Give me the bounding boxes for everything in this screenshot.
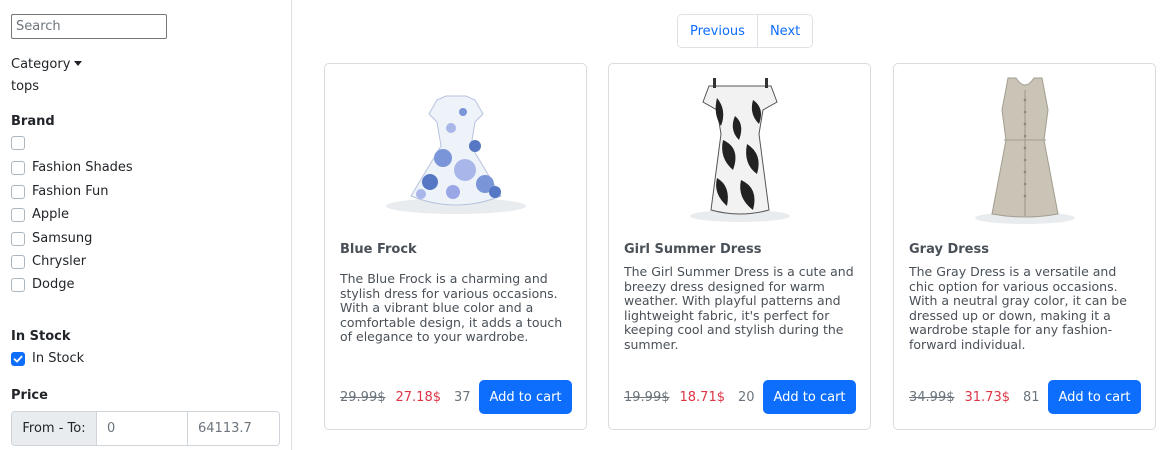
stock-count: 37	[454, 389, 471, 405]
checkbox[interactable]	[11, 184, 25, 199]
product-image	[975, 77, 1075, 224]
brand-label: Fashion Shades	[32, 160, 133, 175]
add-to-cart-button[interactable]: Add to cart	[763, 380, 856, 414]
original-price: 19.99$	[624, 389, 670, 405]
checkbox[interactable]	[11, 277, 25, 292]
checkbox-checked[interactable]	[11, 351, 25, 366]
add-to-cart-button[interactable]: Add to cart	[1048, 380, 1141, 414]
filter-sidebar: Category tops Brand Fashion Shades Fashi…	[0, 0, 292, 450]
brand-option-blank[interactable]	[11, 136, 32, 150]
brand-label: Fashion Fun	[32, 184, 109, 199]
category-label: Category	[11, 57, 71, 72]
sale-price: 27.18$	[395, 389, 442, 405]
price-row: 19.99$ 18.71$ 20	[624, 380, 755, 414]
brand-label: Dodge	[32, 277, 75, 292]
previous-page-button[interactable]: Previous	[678, 15, 757, 47]
product-card: Girl Summer Dress The Girl Summer Dress …	[608, 63, 871, 430]
brand-option-dodge[interactable]: Dodge	[11, 277, 74, 292]
checkbox[interactable]	[11, 207, 25, 222]
stock-count: 81	[1023, 389, 1040, 405]
product-title: Blue Frock	[340, 242, 417, 257]
original-price: 29.99$	[340, 389, 386, 405]
stock-heading: In Stock	[11, 329, 71, 344]
category-dropdown[interactable]: Category	[11, 57, 83, 72]
product-image	[690, 78, 790, 222]
sale-price: 31.73$	[964, 389, 1011, 405]
brand-option-chrysler[interactable]: Chrysler	[11, 254, 86, 269]
product-card: Gray Dress The Gray Dress is a versatile…	[893, 63, 1156, 430]
price-range-group: From - To:	[11, 411, 280, 446]
brand-option-fashion-shades[interactable]: Fashion Shades	[11, 160, 133, 175]
brand-heading: Brand	[11, 114, 55, 129]
brand-label: Chrysler	[32, 254, 87, 269]
product-description: The Gray Dress is a versatile and chic o…	[909, 264, 1127, 352]
checkbox[interactable]	[11, 160, 25, 175]
stock-count: 20	[738, 389, 755, 405]
price-to-input[interactable]	[188, 412, 279, 445]
brand-label: Samsung	[32, 231, 93, 246]
brand-label: Apple	[32, 207, 70, 222]
product-card: Blue Frock The Blue Frock is a charming …	[324, 63, 587, 430]
sale-price: 18.71$	[679, 389, 726, 405]
in-stock-option[interactable]: In Stock	[11, 351, 84, 366]
product-title: Gray Dress	[909, 242, 989, 257]
checkbox[interactable]	[11, 231, 25, 246]
caret-down-icon	[74, 61, 83, 66]
product-description: The Blue Frock is a charming and stylish…	[340, 271, 563, 344]
checkmark-icon	[13, 355, 23, 362]
pagination: Previous Next	[677, 14, 814, 48]
brand-option-fashion-fun[interactable]: Fashion Fun	[11, 184, 108, 199]
category-value: tops	[11, 79, 40, 94]
price-from-input[interactable]	[97, 412, 188, 445]
next-page-button[interactable]: Next	[756, 15, 813, 47]
price-row: 29.99$ 27.18$ 37	[340, 380, 471, 414]
brand-option-apple[interactable]: Apple	[11, 207, 69, 222]
product-title: Girl Summer Dress	[624, 242, 762, 257]
price-heading: Price	[11, 388, 48, 403]
original-price: 34.99$	[909, 389, 955, 405]
checkbox[interactable]	[11, 136, 25, 150]
add-to-cart-button[interactable]: Add to cart	[479, 380, 572, 414]
brand-option-samsung[interactable]: Samsung	[11, 231, 92, 246]
price-range-label: From - To:	[12, 412, 97, 445]
price-row: 34.99$ 31.73$ 81	[909, 380, 1040, 414]
product-description: The Girl Summer Dress is a cute and bree…	[624, 264, 854, 352]
in-stock-label: In Stock	[32, 351, 85, 366]
checkbox[interactable]	[11, 254, 25, 269]
search-input[interactable]	[11, 14, 167, 39]
product-image	[386, 95, 526, 214]
